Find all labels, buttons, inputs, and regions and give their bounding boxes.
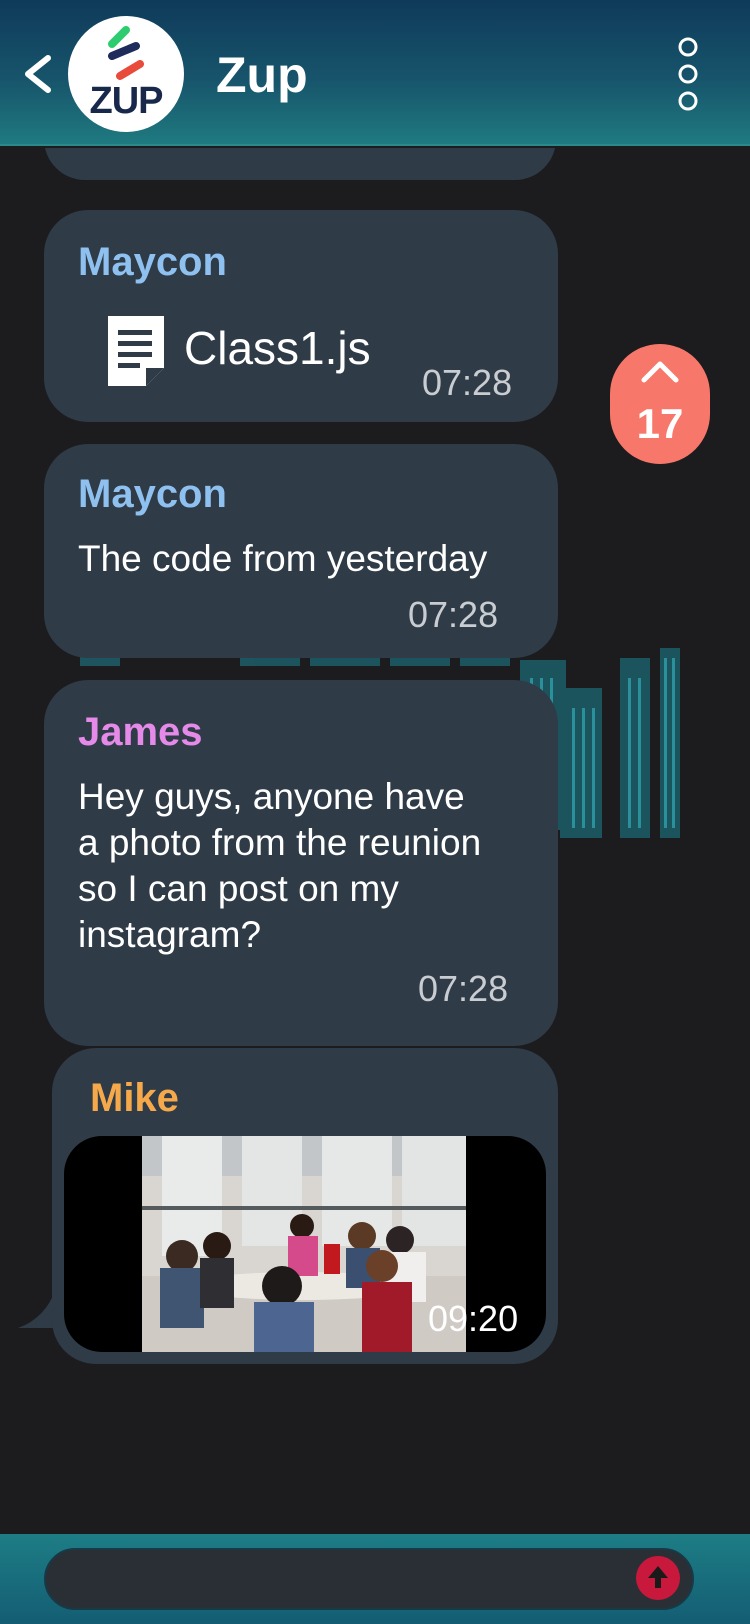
message-time: 07:28 bbox=[418, 968, 509, 1009]
message-text-line: a photo from the reunion bbox=[78, 822, 482, 863]
back-icon[interactable] bbox=[18, 52, 58, 96]
message-time: 09:20 bbox=[428, 1298, 519, 1339]
message-text: The code from yesterday bbox=[78, 538, 488, 579]
more-vertical-icon[interactable] bbox=[672, 36, 704, 114]
sender-name: Mike bbox=[90, 1076, 179, 1120]
photo-thumbnail bbox=[142, 1136, 466, 1352]
send-button[interactable] bbox=[636, 1556, 680, 1600]
message-time: 07:28 bbox=[422, 362, 513, 403]
file-name[interactable]: Class1.js bbox=[184, 320, 371, 376]
composer-bar bbox=[0, 1534, 750, 1624]
unread-count: 17 bbox=[636, 400, 684, 447]
image-message-bubble[interactable]: Mike 09:20 bbox=[52, 1048, 558, 1364]
photo-attachment[interactable]: 09:20 bbox=[64, 1136, 546, 1352]
file-icon bbox=[108, 316, 164, 386]
sender-name: James bbox=[78, 710, 203, 754]
group-avatar[interactable]: ZUP bbox=[68, 16, 184, 132]
sender-name: Maycon bbox=[78, 472, 227, 516]
scroll-up-button[interactable]: 17 bbox=[610, 344, 710, 464]
message-bubble-partial bbox=[44, 148, 556, 180]
send-icon bbox=[648, 1566, 668, 1588]
message-text-line: instagram? bbox=[78, 914, 262, 955]
logo-text: ZUP bbox=[89, 80, 164, 122]
text-message-bubble[interactable]: James Hey guys, anyone have a photo from… bbox=[44, 680, 558, 1046]
chevron-up-icon bbox=[641, 361, 679, 383]
message-input[interactable] bbox=[44, 1548, 694, 1610]
sender-name: Maycon bbox=[78, 240, 227, 284]
text-message-bubble[interactable]: Maycon The code from yesterday 07:28 bbox=[44, 444, 558, 658]
file-message-bubble[interactable]: Maycon Class1.js 07:28 bbox=[44, 210, 558, 422]
chat-header: ZUP Zup bbox=[0, 0, 750, 146]
chat-title: Zup bbox=[216, 47, 308, 103]
message-text-line: so I can post on my bbox=[78, 868, 399, 909]
message-time: 07:28 bbox=[408, 594, 499, 635]
message-list[interactable]: Maycon Class1.js 07:28 Maycon The code f… bbox=[0, 148, 750, 1534]
message-text-line: Hey guys, anyone have bbox=[78, 776, 465, 817]
